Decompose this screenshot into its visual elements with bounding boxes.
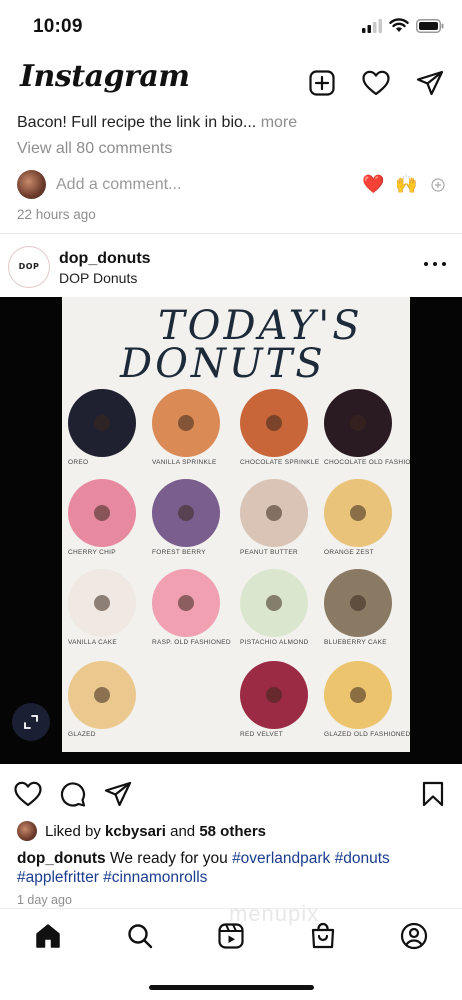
previous-caption-text: Bacon! Full recipe the link in bio... xyxy=(17,114,257,131)
post-caption: dop_donuts We ready for you #overlandpar… xyxy=(17,849,447,887)
like-icon[interactable] xyxy=(14,780,42,808)
current-user-avatar xyxy=(17,170,46,199)
liked-by-prefix: Liked by xyxy=(45,822,101,840)
donut-item xyxy=(68,479,136,547)
caption-text: We ready for you xyxy=(110,850,228,867)
quick-reaction-heart[interactable]: ❤️ xyxy=(362,174,384,195)
hashtag-link[interactable]: #overlandpark xyxy=(232,850,330,867)
reels-icon[interactable] xyxy=(216,921,246,951)
donut-label: RED VELVET xyxy=(240,731,283,738)
add-reaction-icon[interactable] xyxy=(431,178,445,192)
donut-item xyxy=(240,661,308,729)
likes-summary[interactable]: Liked by kcbysari and 58 others xyxy=(17,820,266,842)
home-icon[interactable] xyxy=(33,921,63,951)
avatar-logo-text: DOP xyxy=(18,262,40,271)
home-indicator xyxy=(149,985,314,990)
add-comment-input[interactable]: Add a comment... xyxy=(56,176,181,194)
hashtag-link[interactable]: #donuts xyxy=(335,850,390,867)
donut-item xyxy=(68,661,136,729)
bottom-navigation: menupix xyxy=(0,901,462,1000)
liker-username[interactable]: kcbysari xyxy=(105,823,166,840)
caption-username[interactable]: dop_donuts xyxy=(17,850,106,867)
cellular-signal-icon xyxy=(362,18,382,33)
donut-item xyxy=(68,389,136,457)
more-link[interactable]: more xyxy=(261,114,297,131)
donut-item xyxy=(324,389,392,457)
divider xyxy=(0,233,462,234)
new-post-icon[interactable] xyxy=(308,69,336,97)
more-options-icon[interactable] xyxy=(424,254,446,274)
liked-by-and: and xyxy=(170,822,196,840)
top-bar: Instagram xyxy=(0,55,462,111)
donut-label: RASP. OLD FASHIONED xyxy=(152,639,231,646)
comment-icon[interactable] xyxy=(59,780,87,808)
top-actions xyxy=(308,69,444,97)
instagram-logo[interactable]: Instagram xyxy=(20,59,190,94)
post-timestamp: 1 day ago xyxy=(17,893,72,907)
hashtag-link[interactable]: #applefritter xyxy=(17,869,99,886)
donut-item xyxy=(152,389,220,457)
donut-label: VANILLA SPRINKLE xyxy=(152,459,217,466)
donut-label: FOREST BERRY xyxy=(152,549,206,556)
donut-label: CHERRY CHIP xyxy=(68,549,116,556)
save-icon[interactable] xyxy=(419,780,447,808)
view-all-comments-link[interactable]: View all 80 comments xyxy=(17,140,172,158)
post-header: DOP dop_donuts DOP Donuts xyxy=(0,240,462,296)
donut-label: BLUEBERRY CAKE xyxy=(324,639,387,646)
shop-icon[interactable] xyxy=(308,921,338,951)
share-icon[interactable] xyxy=(104,780,132,808)
donut-item xyxy=(324,661,392,729)
donut-item xyxy=(152,569,220,637)
likes-others-count[interactable]: 58 others xyxy=(199,823,266,840)
status-icons xyxy=(362,18,444,33)
donut-item xyxy=(240,479,308,547)
add-comment-row: Add a comment... ❤️ 🙌 xyxy=(17,170,447,200)
donut-label: GLAZED OLD FASHIONED xyxy=(324,731,410,738)
quick-reaction-clap[interactable]: 🙌 xyxy=(395,174,417,195)
post-image[interactable]: TODAY'S DONUTS OREO VANILLA SPRINKLE CHOCO… xyxy=(0,297,462,764)
direct-message-icon[interactable] xyxy=(416,69,444,97)
search-icon[interactable] xyxy=(125,921,155,951)
post-author-avatar[interactable]: DOP xyxy=(8,246,50,288)
donut-label: GLAZED xyxy=(68,731,96,738)
donut-label: VANILLA CAKE xyxy=(68,639,118,646)
status-time: 10:09 xyxy=(33,16,83,37)
donut-item xyxy=(152,479,220,547)
profile-icon[interactable] xyxy=(399,921,429,951)
donut-label: CHOCOLATE OLD FASHIONED xyxy=(324,459,410,466)
donut-menu-poster: TODAY'S DONUTS OREO VANILLA SPRINKLE CHOCO… xyxy=(62,297,410,752)
donut-label: PEANUT BUTTER xyxy=(240,549,298,556)
post-username[interactable]: dop_donuts xyxy=(59,250,151,268)
donut-item xyxy=(324,479,392,547)
poster-title-line2: DONUTS xyxy=(120,341,326,387)
wifi-icon xyxy=(389,18,409,32)
donut-item xyxy=(240,389,308,457)
donut-item xyxy=(324,569,392,637)
heart-icon[interactable] xyxy=(362,69,390,97)
previous-post-caption: Bacon! Full recipe the link in bio... mo… xyxy=(17,114,297,132)
donut-label: PISTACHIO ALMOND xyxy=(240,639,309,646)
post-subtitle[interactable]: DOP Donuts xyxy=(59,270,137,286)
donut-item xyxy=(68,569,136,637)
post-actions xyxy=(0,778,462,810)
battery-icon xyxy=(416,18,444,33)
collapse-icon[interactable] xyxy=(12,703,50,741)
liker-avatar xyxy=(17,821,37,841)
hashtag-link[interactable]: #cinnamonrolls xyxy=(103,869,207,886)
donut-label: OREO xyxy=(68,459,89,466)
donut-item xyxy=(240,569,308,637)
previous-post-timestamp: 22 hours ago xyxy=(17,207,96,222)
donut-label: ORANGE ZEST xyxy=(324,549,374,556)
status-bar: 10:09 xyxy=(0,0,462,52)
donut-label: CHOCOLATE SPRINKLE xyxy=(240,459,320,466)
